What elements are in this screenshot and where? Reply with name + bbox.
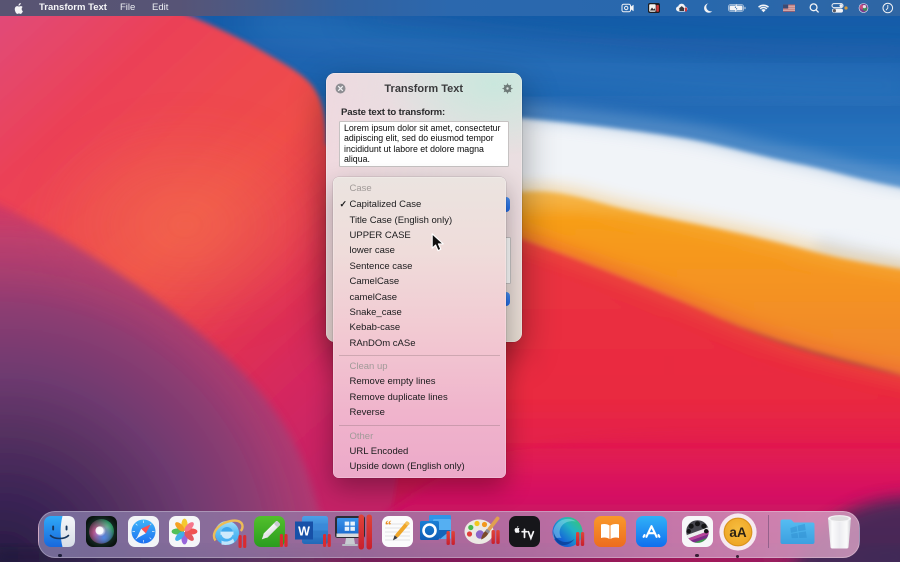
svg-text:“: “: [385, 517, 392, 532]
svg-text:W: W: [298, 525, 310, 539]
svg-text:aA: aA: [729, 525, 747, 540]
